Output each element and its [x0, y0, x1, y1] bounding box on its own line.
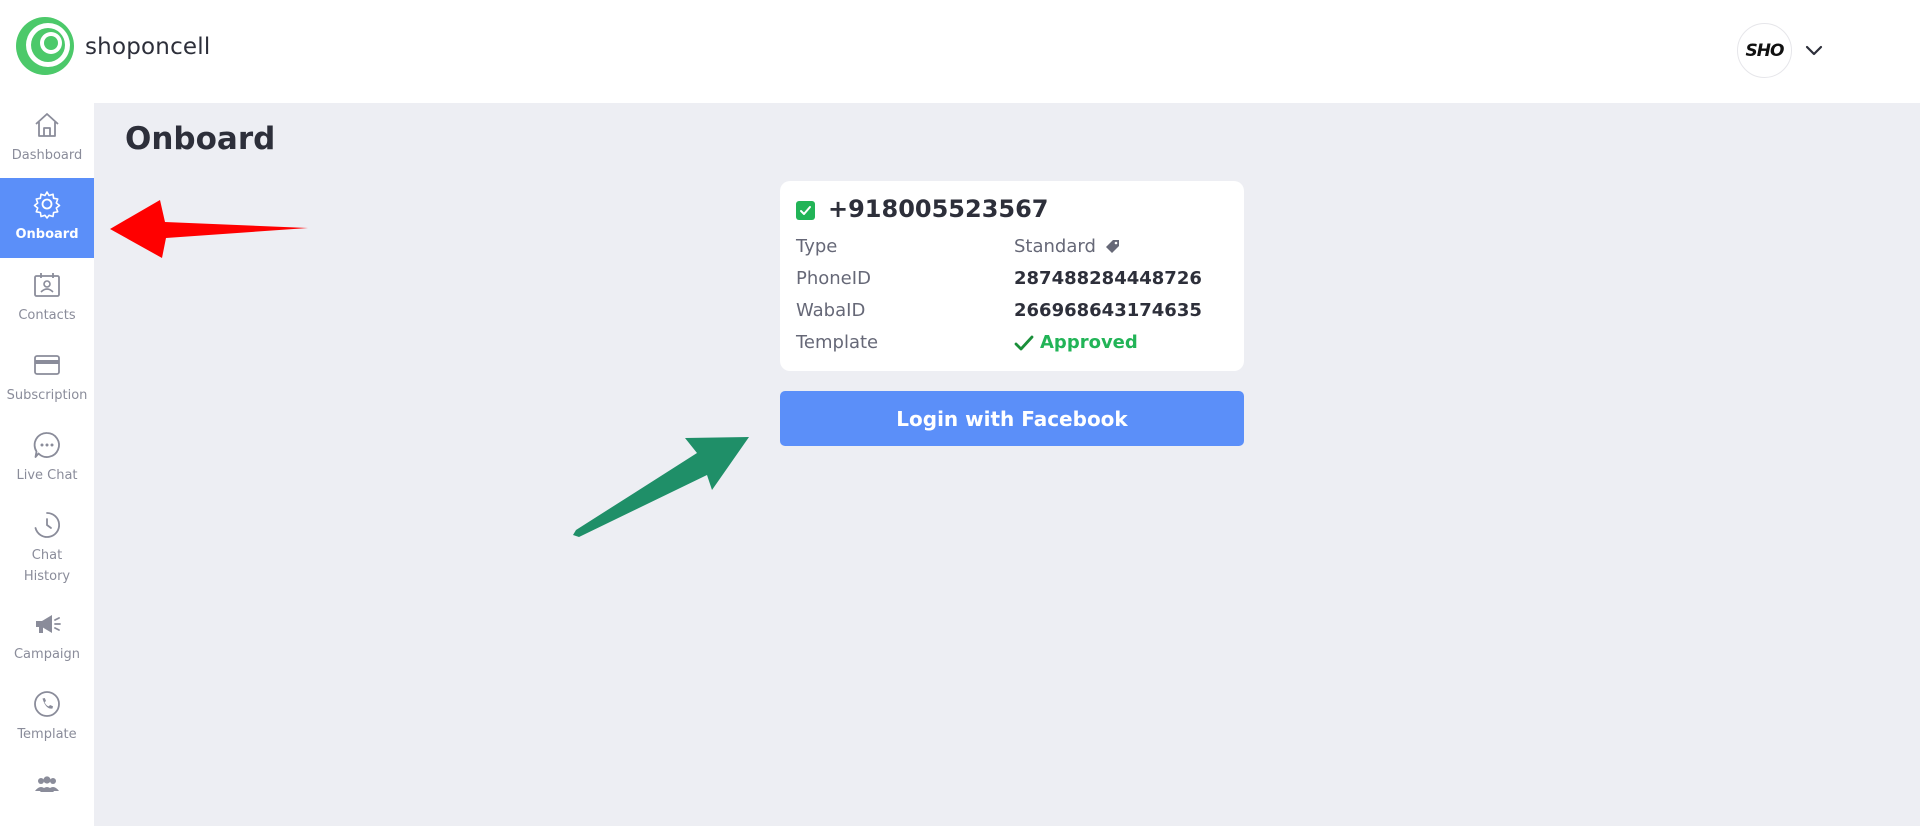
template-status-text: Approved: [1040, 332, 1138, 353]
sidebar-item-label: Contacts: [18, 308, 76, 323]
top-header: shoponcell SHO: [0, 0, 1920, 103]
sidebar: Dashboard Onboard Contacts Subscription …: [0, 103, 94, 826]
checkbox-checked-icon[interactable]: [796, 201, 815, 220]
brand-name: shoponcell: [85, 34, 211, 60]
phone-number-card: +918005523567 Type Standard PhoneID 2874…: [780, 181, 1244, 371]
phone-id-label: PhoneID: [796, 268, 871, 289]
sidebar-item-users[interactable]: [0, 768, 94, 808]
sidebar-item-campaign[interactable]: Campaign: [0, 608, 94, 672]
avatar-text: SHO: [1745, 40, 1785, 61]
megaphone-icon: [31, 608, 63, 640]
type-label: Type: [796, 236, 838, 257]
check-icon: [1014, 335, 1034, 350]
chevron-down-icon[interactable]: [1803, 39, 1825, 61]
sidebar-item-onboard[interactable]: Onboard: [0, 178, 94, 258]
sidebar-item-label: Template: [17, 727, 77, 742]
sidebar-item-label: Campaign: [13, 647, 81, 662]
phone-id-value: 287488284448726: [1014, 268, 1202, 289]
sidebar-item-label: Dashboard: [11, 148, 83, 163]
type-value-text: Standard: [1014, 236, 1096, 257]
main-content: Onboard +918005523567 Type Standard Phon…: [94, 103, 1920, 826]
sidebar-item-label: Chat History: [23, 548, 71, 584]
waba-id-value: 266968643174635: [1014, 300, 1202, 321]
credit-card-icon: [31, 349, 63, 381]
template-status: Approved: [1014, 332, 1138, 353]
sidebar-item-subscription[interactable]: Subscription: [0, 349, 94, 413]
waba-id-label: WabaID: [796, 300, 866, 321]
tag-icon: [1105, 240, 1119, 253]
login-with-facebook-button[interactable]: Login with Facebook: [780, 391, 1244, 446]
sidebar-item-live-chat[interactable]: Live Chat: [0, 429, 94, 493]
page-title: Onboard: [125, 121, 276, 157]
template-label: Template: [796, 332, 879, 353]
phone-number: +918005523567: [828, 195, 1049, 223]
shoponcell-logo-icon[interactable]: [14, 15, 76, 77]
home-icon: [31, 109, 63, 141]
sidebar-item-label: Subscription: [6, 388, 88, 403]
contacts-icon: [31, 269, 63, 301]
sidebar-item-label: Onboard: [15, 227, 79, 242]
sidebar-item-chat-history[interactable]: Chat History: [0, 509, 94, 589]
sidebar-item-label: Live Chat: [16, 468, 78, 483]
sidebar-item-template[interactable]: Template: [0, 688, 94, 752]
avatar[interactable]: SHO: [1737, 23, 1792, 78]
chat-bubble-icon: [31, 429, 63, 461]
gear-icon: [31, 188, 63, 220]
phone-icon: [31, 688, 63, 720]
type-value: Standard: [1014, 236, 1121, 257]
sidebar-item-contacts[interactable]: Contacts: [0, 269, 94, 333]
sidebar-item-dashboard[interactable]: Dashboard: [0, 109, 94, 173]
users-icon: [31, 768, 63, 800]
history-icon: [31, 509, 63, 541]
